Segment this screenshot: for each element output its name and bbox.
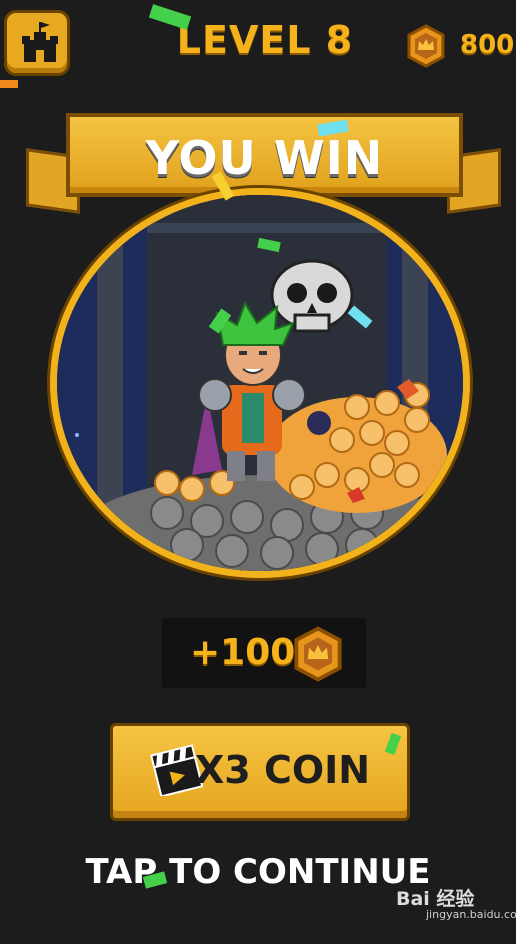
- crown-coin-icon: [294, 626, 342, 682]
- crown-coin-icon: [407, 24, 445, 68]
- reward-amount: +100: [190, 632, 296, 673]
- x3-coin-button[interactable]: X3 COIN: [110, 723, 410, 821]
- home-button[interactable]: [4, 10, 70, 76]
- x3-coin-label: X3 COIN: [195, 748, 371, 792]
- coin-total: 800: [404, 22, 514, 68]
- reward-box: +100: [162, 618, 366, 688]
- castle-icon: [22, 22, 58, 62]
- watermark-url: jingyan.baidu.com: [426, 908, 516, 921]
- win-title: YOU WIN: [145, 131, 384, 185]
- confetti: [0, 80, 18, 88]
- watermark-brand: Bai 经验: [396, 888, 475, 910]
- win-banner: YOU WIN: [66, 113, 463, 197]
- skull-icon: [270, 259, 354, 333]
- coin-total-value: 800: [460, 30, 515, 60]
